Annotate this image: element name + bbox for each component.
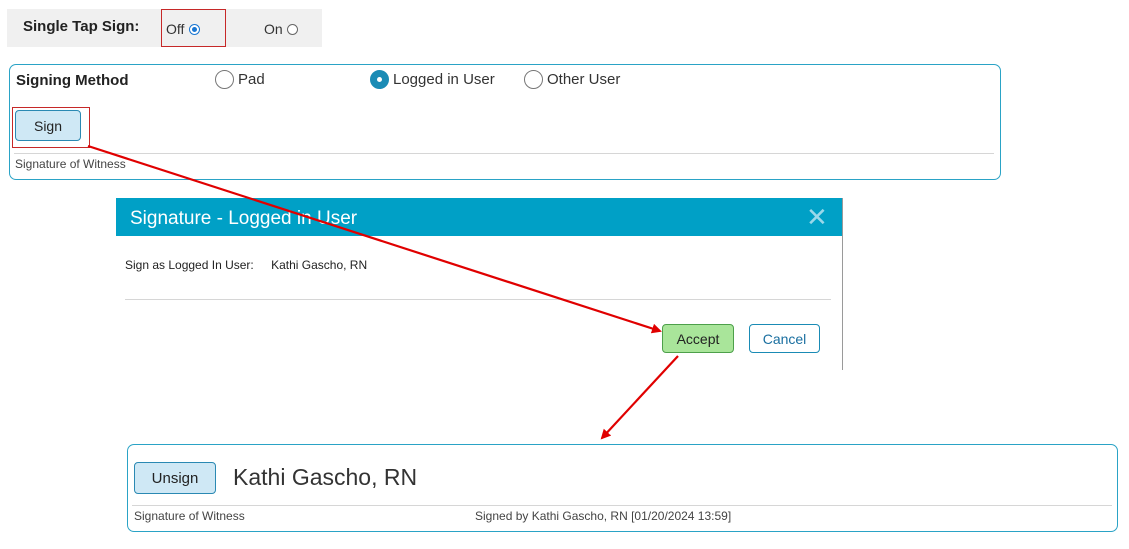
annotation-arrows xyxy=(87,144,679,440)
arrow-accept-to-signed xyxy=(600,355,679,440)
arrow-sign-to-accept xyxy=(87,144,662,334)
